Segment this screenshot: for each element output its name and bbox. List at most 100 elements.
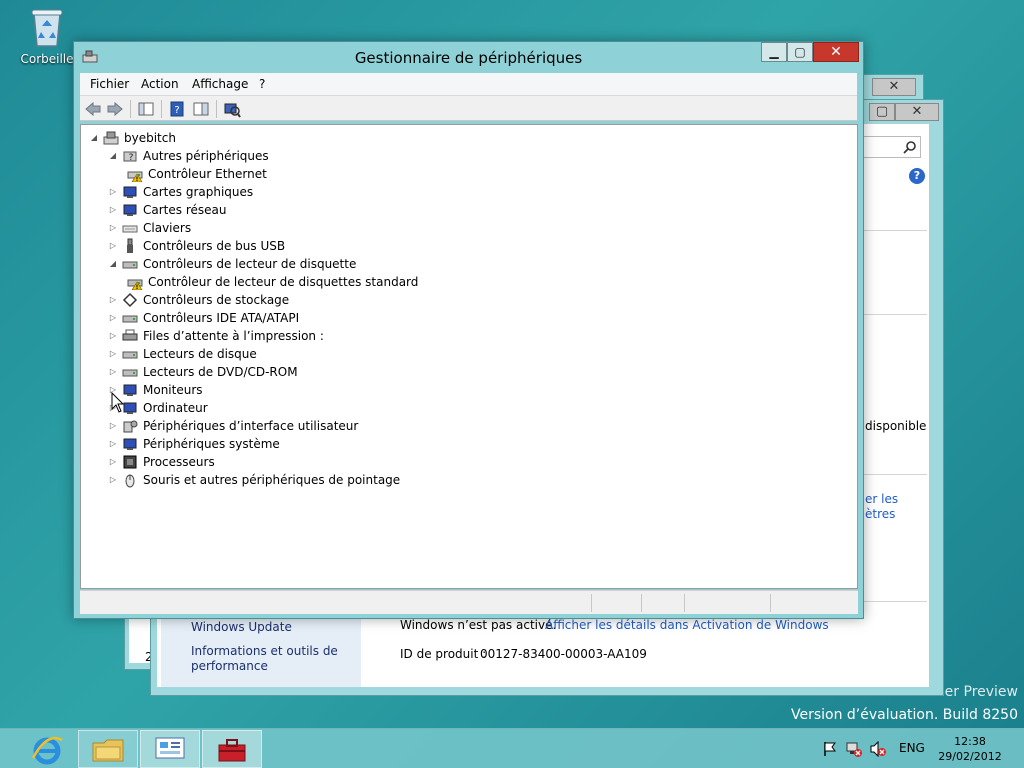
partial-link-2[interactable]: ètres [865, 507, 895, 521]
unknown-device-icon: ? [123, 151, 137, 163]
activation-details-link[interactable]: Afficher les détails dans Activation de … [545, 618, 829, 632]
collapse-arrow-icon[interactable]: ◢ [108, 255, 118, 273]
hid-icon [123, 420, 138, 433]
expand-arrow-icon[interactable]: ▷ [108, 183, 118, 201]
sidebar-item-performance-line-1[interactable]: Informations et outils de [191, 644, 338, 659]
menu-affichage[interactable]: Affichage [192, 77, 248, 91]
expand-arrow-icon[interactable]: ▷ [108, 291, 118, 309]
device-manager-window[interactable]: Gestionnaire de périphériques ▁ ▢ ✕ Fich… [73, 41, 864, 619]
recycle-bin-icon [30, 6, 64, 48]
menu-bar: Fichier Action Affichage ? [80, 73, 857, 95]
computer-root-icon [103, 131, 119, 145]
svg-text:?: ? [129, 153, 134, 163]
expand-arrow-icon[interactable]: ▷ [108, 417, 118, 435]
clock[interactable]: 12:38 29/02/2012 [930, 734, 1010, 764]
display-adapter-icon [123, 186, 137, 198]
tree-node-label: Autres périphériques [143, 149, 269, 163]
expand-arrow-icon[interactable]: ▷ [108, 309, 118, 327]
file-explorer-icon [92, 739, 124, 762]
watermark-line-2: Version d’évaluation. Build 8250 [790, 707, 1018, 723]
sidebar-item-performance-line-2[interactable]: performance [191, 659, 268, 674]
recycle-bin-shortcut[interactable]: Corbeille [18, 6, 76, 66]
ide-controller-icon [122, 315, 138, 323]
printer-icon [122, 329, 138, 341]
toolbox-icon [218, 739, 246, 762]
tree-node-label: Périphériques d’interface utilisateur [143, 419, 359, 433]
usb-icon [127, 238, 133, 253]
expand-arrow-icon[interactable]: ▷ [108, 219, 118, 237]
system-window-close-button[interactable]: ✕ [895, 103, 939, 121]
toolbar: ? [80, 95, 857, 121]
search-icon [903, 141, 916, 154]
help-icon[interactable]: ? [909, 168, 925, 184]
expand-arrow-icon[interactable]: ▷ [108, 435, 118, 453]
window-title: Gestionnaire de périphériques [354, 49, 583, 67]
action-center-flag-icon[interactable] [822, 741, 838, 757]
close-button[interactable]: ✕ [813, 42, 859, 62]
menu-fichier[interactable]: Fichier [90, 77, 129, 91]
tree-node-label: Files d’attente à l’impression : [143, 329, 324, 343]
floppy-controller-icon [122, 261, 138, 269]
tree-node-label: Contrôleur Ethernet [148, 167, 267, 181]
tree-node-label: Souris et autres périphériques de pointa… [143, 473, 401, 487]
expand-arrow-icon[interactable]: ▷ [108, 201, 118, 219]
tree-node-label: Contrôleurs de bus USB [143, 239, 286, 253]
processor-icon [123, 455, 137, 469]
tree-node-label: Lecteurs de DVD/CD-ROM [143, 365, 298, 379]
system-window-maximize-button[interactable]: ▢ [869, 103, 895, 121]
expand-arrow-icon[interactable]: ▷ [108, 471, 118, 489]
network-adapter-icon [123, 204, 137, 216]
taskbar-system-button[interactable] [140, 730, 200, 768]
product-id-label: ID de produit : [400, 647, 487, 661]
network-disconnected-icon[interactable] [846, 741, 862, 757]
collapse-arrow-icon[interactable]: ◢ [89, 129, 99, 147]
tree-node-label: Processeurs [143, 455, 215, 469]
menu-action[interactable]: Action [141, 77, 179, 91]
expand-arrow-icon[interactable]: ▷ [108, 345, 118, 363]
properties-pane-icon[interactable] [192, 100, 210, 118]
product-id-value: 00127-83400-00003-AA109 [480, 647, 647, 661]
recycle-bin-label: Corbeille [20, 52, 74, 66]
forward-arrow-icon[interactable] [106, 100, 124, 118]
tree-node-label: Lecteurs de disque [143, 347, 257, 361]
partial-link-1[interactable]: er les [865, 492, 898, 506]
status-bar [80, 590, 858, 614]
clock-time: 12:38 [954, 735, 986, 748]
tree-node-label: Moniteurs [143, 383, 203, 397]
taskbar: ENG 12:38 29/02/2012 [0, 728, 1024, 768]
console-tree-icon[interactable] [137, 100, 155, 118]
language-indicator[interactable]: ENG [899, 741, 925, 755]
root-label: byebitch [124, 131, 176, 145]
expand-arrow-icon[interactable]: ▷ [108, 237, 118, 255]
back-arrow-icon[interactable] [84, 100, 102, 118]
speaker-muted-icon[interactable] [870, 741, 886, 757]
tree-node-label: Contrôleurs de lecteur de disquette [143, 257, 357, 271]
expand-arrow-icon[interactable]: ▷ [108, 327, 118, 345]
expand-arrow-icon[interactable]: ▷ [108, 363, 118, 381]
warning-device-icon [127, 171, 143, 182]
taskbar-explorer-button[interactable] [78, 730, 138, 768]
sidebar-item-windows-update[interactable]: Windows Update [191, 620, 292, 635]
collapse-arrow-icon[interactable]: ◢ [108, 147, 118, 165]
maximize-button[interactable]: ▢ [787, 42, 813, 62]
tree-node-label: Contrôleur de lecteur de disquettes stan… [148, 275, 419, 289]
background-window-1-close-button[interactable]: ✕ [872, 78, 916, 96]
system-devices-icon [123, 438, 137, 450]
taskbar-ie-button[interactable] [16, 730, 76, 768]
tree-node-label: Contrôleurs IDE ATA/ATAPI [143, 311, 300, 325]
scan-hardware-icon[interactable] [223, 100, 241, 118]
keyboard-icon [122, 225, 138, 233]
title-bar[interactable]: Gestionnaire de périphériques ▁ ▢ ✕ [74, 42, 863, 72]
tree-node-label: Ordinateur [143, 401, 208, 415]
taskbar-device-manager-button[interactable] [202, 730, 262, 768]
help-book-icon[interactable]: ? [168, 100, 186, 118]
minimize-button[interactable]: ▁ [761, 42, 787, 62]
disk-drive-icon [122, 351, 138, 359]
expand-arrow-icon[interactable]: ▷ [108, 453, 118, 471]
device-tree: ◢ byebitch ◢? Autres périphériques Contrôl… [80, 124, 858, 589]
tree-node-label: Cartes graphiques [143, 185, 254, 199]
warning-floppy-icon [127, 279, 143, 290]
partial-status-text: disponible [865, 419, 927, 433]
dvd-drive-icon [122, 369, 138, 377]
menu-help[interactable]: ? [259, 77, 265, 91]
